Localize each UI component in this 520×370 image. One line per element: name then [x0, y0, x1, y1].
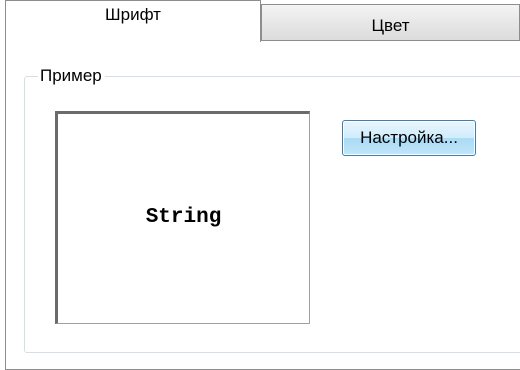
tab-color[interactable]: Цвет: [261, 4, 520, 40]
groupbox-title: Пример: [38, 66, 105, 86]
font-preview-box: String: [55, 111, 310, 324]
preview-sample-text: String: [145, 206, 222, 229]
tab-strip: Шрифт Цвет: [0, 0, 520, 42]
tab-font[interactable]: Шрифт: [5, 0, 261, 42]
settings-button[interactable]: Настройка...: [342, 120, 476, 156]
